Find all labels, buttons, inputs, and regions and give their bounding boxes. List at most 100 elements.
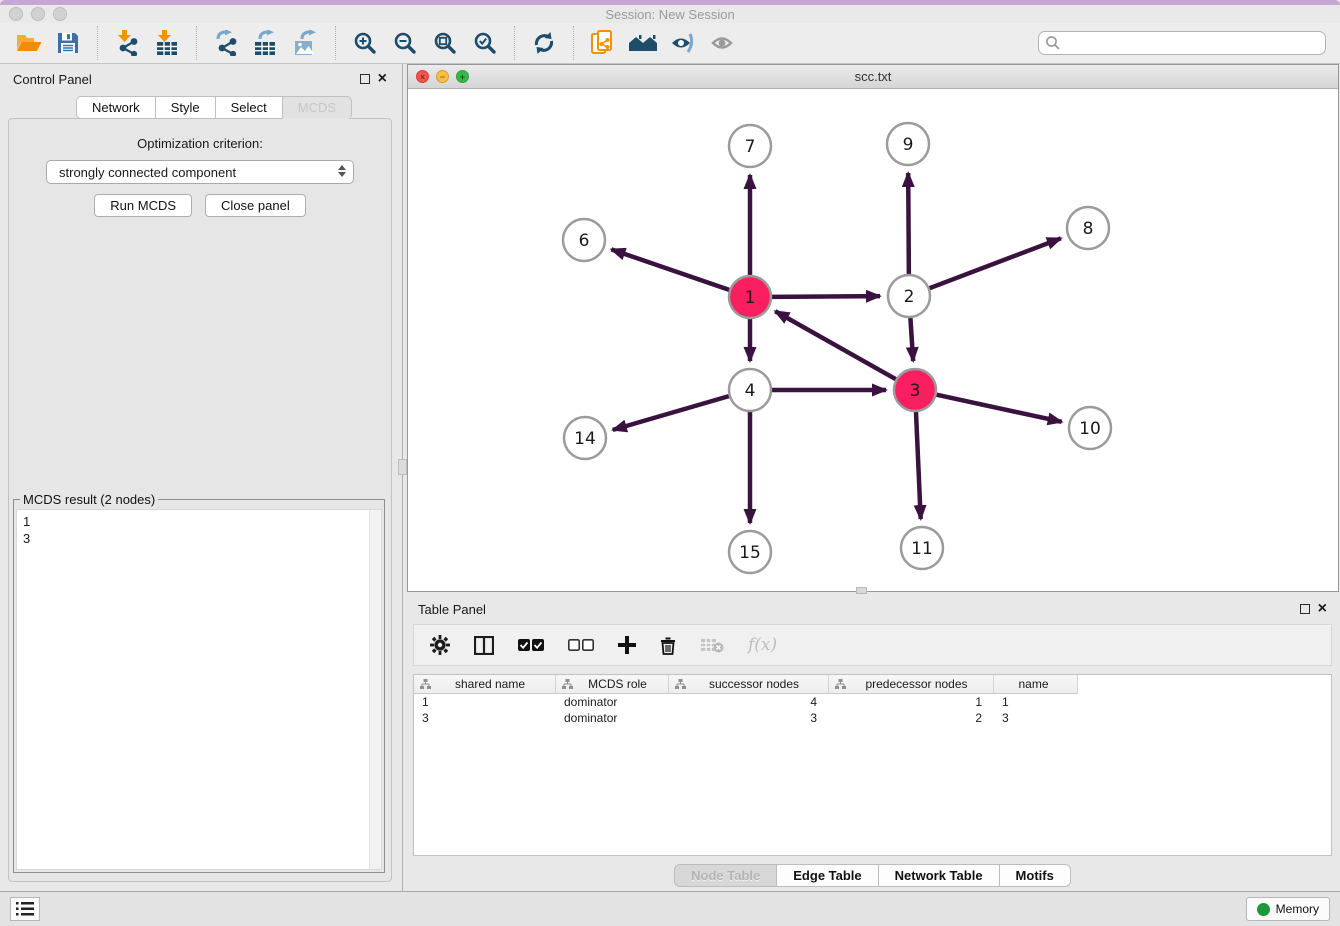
graph-edge-1-2[interactable] bbox=[772, 296, 880, 297]
houses-icon bbox=[628, 31, 658, 55]
cell-successor-nodes: 3 bbox=[669, 710, 829, 726]
graph-edge-1-6[interactable] bbox=[611, 249, 729, 289]
graph-node-1[interactable]: 1 bbox=[729, 276, 771, 318]
column-layout-button[interactable] bbox=[474, 636, 494, 655]
graph-edge-3-1[interactable] bbox=[775, 311, 896, 379]
svg-text:4: 4 bbox=[745, 381, 756, 401]
graph-node-15[interactable]: 15 bbox=[729, 531, 771, 573]
graph-edge-2-8[interactable] bbox=[930, 238, 1061, 288]
function-builder-button[interactable]: f(x) bbox=[748, 635, 777, 655]
graph-node-11[interactable]: 11 bbox=[901, 527, 943, 569]
hierarchy-icon bbox=[562, 679, 573, 690]
close-panel-button[interactable]: Close panel bbox=[205, 194, 306, 217]
dropdown-stepper-icon bbox=[338, 165, 346, 177]
optimization-criterion-label: Optimization criterion: bbox=[9, 136, 391, 151]
table-settings-button[interactable] bbox=[430, 635, 450, 655]
table-toolbar: f(x) bbox=[413, 624, 1332, 666]
column-header-name[interactable]: name bbox=[994, 675, 1078, 694]
graph-edge-3-11[interactable] bbox=[916, 412, 921, 519]
toolbar-separator bbox=[335, 26, 336, 60]
import-network-button[interactable] bbox=[109, 26, 145, 60]
graph-node-3[interactable]: 3 bbox=[894, 369, 936, 411]
float-panel-icon[interactable] bbox=[1300, 604, 1310, 614]
graph-node-14[interactable]: 14 bbox=[564, 417, 606, 459]
hide-selected-button[interactable] bbox=[665, 26, 701, 60]
graph-node-2[interactable]: 2 bbox=[888, 275, 930, 317]
svg-text:14: 14 bbox=[574, 429, 596, 449]
zoom-fit-button[interactable] bbox=[427, 26, 463, 60]
close-panel-icon[interactable]: × bbox=[1318, 604, 1327, 614]
cell-predecessor-nodes: 1 bbox=[829, 694, 994, 710]
criterion-dropdown[interactable]: strongly connected component bbox=[46, 160, 354, 184]
column-header-predecessor-nodes[interactable]: predecessor nodes bbox=[829, 675, 994, 694]
tab-motifs[interactable]: Motifs bbox=[1000, 864, 1071, 887]
network-graph[interactable]: 7 9 6 8 1 2 4 3 14 10 15 11 bbox=[408, 89, 1338, 591]
export-table-button[interactable] bbox=[248, 26, 284, 60]
svg-text:8: 8 bbox=[1083, 219, 1094, 239]
tab-network-table[interactable]: Network Table bbox=[879, 864, 1000, 887]
vertical-splitter-handle[interactable] bbox=[398, 459, 407, 475]
export-image-button[interactable] bbox=[288, 26, 324, 60]
memory-button[interactable]: Memory bbox=[1246, 897, 1330, 921]
zoom-in-button[interactable] bbox=[347, 26, 383, 60]
tab-style[interactable]: Style bbox=[156, 96, 216, 119]
run-mcds-button[interactable]: Run MCDS bbox=[94, 194, 192, 217]
graph-edge-2-3[interactable] bbox=[910, 318, 913, 361]
column-header-successor-nodes[interactable]: successor nodes bbox=[669, 675, 829, 694]
export-network-button[interactable] bbox=[208, 26, 244, 60]
cell-predecessor-nodes: 2 bbox=[829, 710, 994, 726]
vertical-splitter[interactable] bbox=[402, 64, 403, 891]
delete-row-button[interactable] bbox=[660, 636, 676, 655]
graph-node-10[interactable]: 10 bbox=[1069, 407, 1111, 449]
table-panel: Table Panel × bbox=[405, 596, 1340, 891]
save-session-button[interactable] bbox=[50, 26, 86, 60]
tab-edge-table[interactable]: Edge Table bbox=[777, 864, 878, 887]
graph-edge-4-14[interactable] bbox=[613, 396, 729, 430]
graph-node-4[interactable]: 4 bbox=[729, 369, 771, 411]
tab-select[interactable]: Select bbox=[216, 96, 283, 119]
search-input[interactable] bbox=[1038, 31, 1326, 55]
open-session-button[interactable] bbox=[10, 26, 46, 60]
table-row[interactable]: 3 dominator 3 2 3 bbox=[414, 710, 1331, 726]
task-history-button[interactable] bbox=[10, 897, 40, 921]
deselect-all-button[interactable] bbox=[568, 639, 594, 651]
toolbar-separator bbox=[514, 26, 515, 60]
svg-text:10: 10 bbox=[1079, 419, 1101, 439]
zoom-fit-icon bbox=[433, 31, 457, 55]
graph-node-6[interactable]: 6 bbox=[563, 219, 605, 261]
table-row[interactable]: 1 dominator 4 1 1 bbox=[414, 694, 1331, 710]
show-hidden-button[interactable] bbox=[705, 26, 741, 60]
tab-mcds[interactable]: MCDS bbox=[283, 96, 352, 119]
close-panel-icon[interactable]: × bbox=[378, 74, 387, 84]
graph-node-8[interactable]: 8 bbox=[1067, 207, 1109, 249]
graph-node-9[interactable]: 9 bbox=[887, 123, 929, 165]
first-neighbors-button[interactable] bbox=[625, 26, 661, 60]
mcds-result-title: MCDS result (2 nodes) bbox=[20, 492, 158, 507]
tab-node-table[interactable]: Node Table bbox=[674, 864, 777, 887]
graph-node-7[interactable]: 7 bbox=[729, 125, 771, 167]
toolbar-separator bbox=[196, 26, 197, 60]
import-table-button[interactable] bbox=[149, 26, 185, 60]
table-panel-tabs: Node Table Edge Table Network Table Moti… bbox=[405, 864, 1340, 887]
search-icon bbox=[1045, 35, 1061, 51]
result-scrollbar[interactable] bbox=[369, 510, 381, 869]
svg-text:2: 2 bbox=[904, 287, 915, 307]
select-all-button[interactable] bbox=[518, 639, 544, 651]
horizontal-splitter-handle[interactable] bbox=[856, 587, 867, 594]
graph-edge-3-10[interactable] bbox=[936, 395, 1061, 422]
mcds-result-line: 3 bbox=[23, 530, 375, 547]
clone-network-button[interactable] bbox=[585, 26, 621, 60]
tab-network[interactable]: Network bbox=[76, 96, 156, 119]
float-panel-icon[interactable] bbox=[360, 74, 370, 84]
table-panel-header: Table Panel × bbox=[405, 596, 1340, 622]
column-header-mcds-role[interactable]: MCDS role bbox=[556, 675, 669, 694]
delete-column-button[interactable] bbox=[700, 637, 724, 653]
zoom-selected-button[interactable] bbox=[467, 26, 503, 60]
column-header-shared-name[interactable]: shared name bbox=[414, 675, 556, 694]
add-row-button[interactable] bbox=[618, 636, 636, 654]
graph-edge-2-9[interactable] bbox=[908, 173, 909, 274]
zoom-out-button[interactable] bbox=[387, 26, 423, 60]
refresh-network-button[interactable] bbox=[526, 26, 562, 60]
svg-text:11: 11 bbox=[911, 539, 933, 559]
network-canvas[interactable]: 7 9 6 8 1 2 4 3 14 10 15 11 bbox=[408, 89, 1338, 591]
